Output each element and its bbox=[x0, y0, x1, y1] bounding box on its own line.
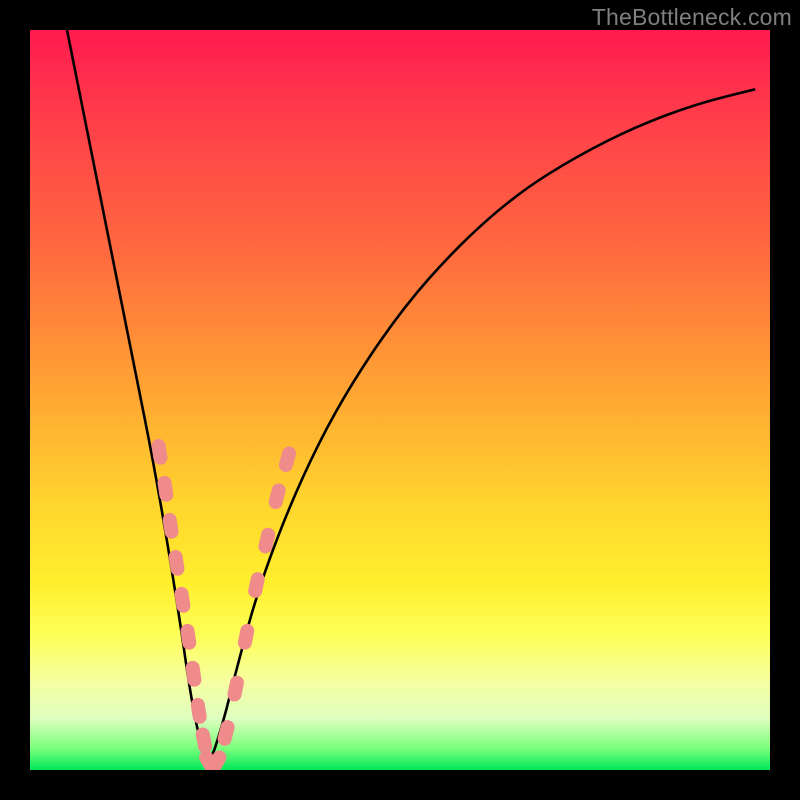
curve-marker bbox=[226, 674, 245, 702]
curve-marker bbox=[194, 726, 213, 754]
bottleneck-curve bbox=[67, 30, 755, 757]
curve-marker bbox=[190, 697, 208, 725]
plot-area bbox=[30, 30, 770, 770]
curve-marker bbox=[173, 586, 191, 614]
curve-marker bbox=[180, 623, 198, 651]
curve-marker bbox=[277, 445, 297, 474]
curve-marker bbox=[168, 549, 186, 577]
curve-marker bbox=[185, 660, 202, 688]
curve-marker bbox=[237, 623, 256, 651]
curve-marker bbox=[162, 512, 180, 540]
curve-marker bbox=[247, 571, 266, 599]
chart-svg bbox=[30, 30, 770, 770]
curve-marker bbox=[216, 719, 236, 748]
curve-marker bbox=[267, 482, 287, 511]
watermark-text: TheBottleneck.com bbox=[592, 4, 792, 31]
outer-frame: TheBottleneck.com bbox=[0, 0, 800, 800]
curve-path bbox=[67, 30, 755, 757]
